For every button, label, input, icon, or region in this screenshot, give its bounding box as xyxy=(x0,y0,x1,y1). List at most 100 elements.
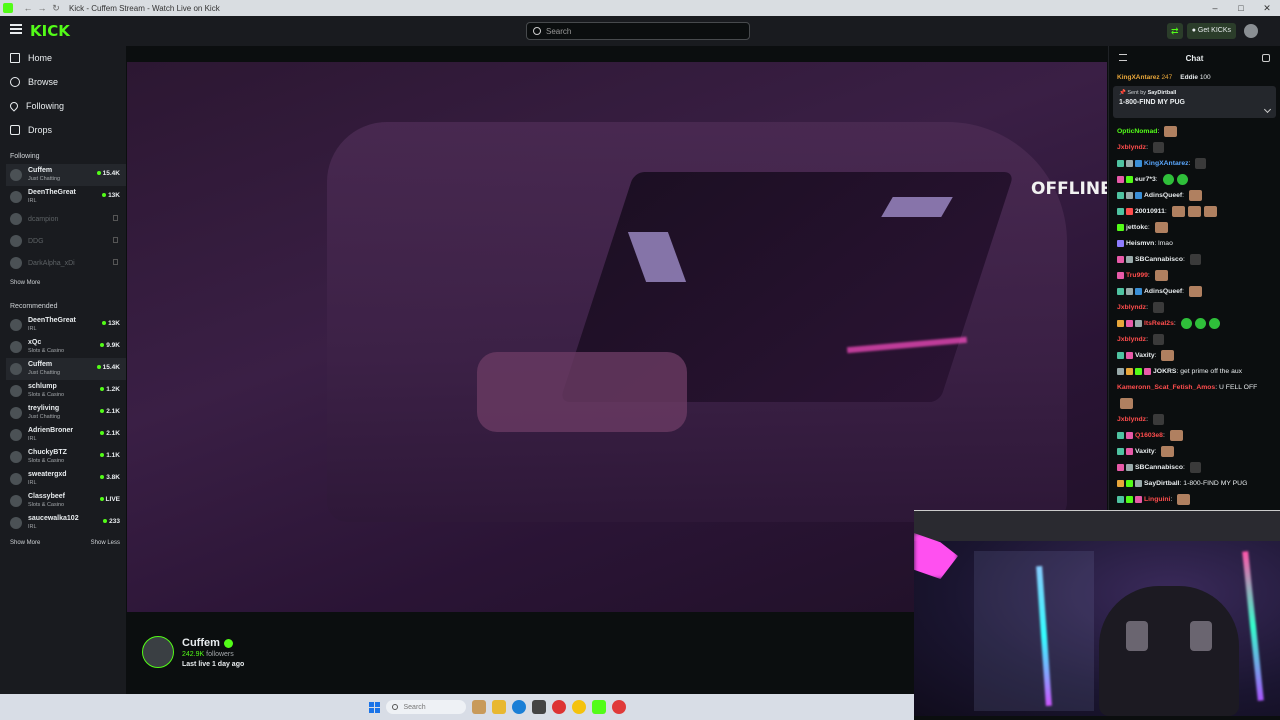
emote-icon xyxy=(1152,333,1164,345)
offline-banner-light xyxy=(881,197,953,217)
search-input[interactable]: Search xyxy=(526,22,750,40)
chat-username[interactable]: Tru999 xyxy=(1126,272,1148,279)
chat-message: Kameronn_Scat_Fetish_Amos: U FELL OFF xyxy=(1117,380,1272,396)
channel-category: Just Chatting xyxy=(28,176,61,182)
channel-avatar[interactable] xyxy=(142,636,174,668)
sidebar-channel-item[interactable]: DarkAlpha_xDi xyxy=(6,252,126,274)
chat-username[interactable]: 20010911 xyxy=(1135,208,1165,215)
channel-meta: treyliving Just Chatting xyxy=(28,404,60,422)
user-avatar[interactable] xyxy=(1244,24,1258,38)
chat-users-icon[interactable] xyxy=(1262,54,1270,62)
chat-username[interactable]: AdinsQueef xyxy=(1144,288,1182,295)
channel-name[interactable]: Cuffem xyxy=(182,637,220,649)
stream-manager-icon[interactable]: ⇄ xyxy=(1166,23,1183,39)
sidebar-channel-item[interactable]: Classybeef Slots & Casino LIVE xyxy=(6,490,126,512)
forward-arrow-icon[interactable]: → xyxy=(35,3,49,13)
chat-username[interactable]: jettokc xyxy=(1126,224,1148,231)
viewer-count-value: 13K xyxy=(108,192,120,199)
viewer-count: 2.1K xyxy=(100,408,120,415)
leader-entry[interactable]: KingXAntarez 247 xyxy=(1117,74,1172,81)
nav-drops[interactable]: Drops xyxy=(10,118,126,142)
nav-drops-label: Drops xyxy=(28,125,53,135)
chat-username[interactable]: Jxblyndz xyxy=(1117,336,1146,343)
user-badge-icon xyxy=(1126,431,1133,439)
chat-username[interactable]: SayDirtball xyxy=(1144,480,1180,487)
chevron-down-icon[interactable] xyxy=(1263,105,1272,114)
kick-app-icon[interactable] xyxy=(591,700,606,714)
pinned-message[interactable]: 📌 Sent by SayDirtball 1-800-FIND MY PUG xyxy=(1113,86,1276,118)
show-more-link[interactable]: Show More xyxy=(10,534,40,552)
maximize-icon[interactable]: □ xyxy=(1228,0,1254,16)
user-badge-icon xyxy=(1126,367,1133,375)
back-arrow-icon[interactable]: ← xyxy=(21,3,35,13)
home-icon xyxy=(10,53,20,63)
sidebar-channel-item[interactable]: DeenTheGreat IRL 13K xyxy=(6,186,126,208)
chat-separator: : xyxy=(1182,288,1186,295)
chat-username[interactable]: SBCannabisco xyxy=(1135,256,1183,263)
sidebar-channel-item[interactable]: saucewalka102 IRL 233 xyxy=(6,512,126,534)
emote-icon xyxy=(1188,189,1202,201)
chat-username[interactable]: Vaxity xyxy=(1135,448,1155,455)
windows-start-icon[interactable] xyxy=(368,701,380,713)
chat-username[interactable]: JOKRS xyxy=(1153,368,1176,375)
emote-icon xyxy=(1194,317,1206,329)
sidebar-channel-item[interactable]: treyliving Just Chatting 2.1K xyxy=(6,402,126,424)
sidebar-channel-item[interactable]: Cuffem Just Chatting 15.4K xyxy=(6,358,126,380)
kick-logo[interactable]: KICK xyxy=(30,22,70,40)
chat-panel: Chat KingXAntarez 247 Eddie 100 📌 Sent b… xyxy=(1108,46,1280,510)
chrome-browser-icon[interactable] xyxy=(571,700,586,714)
sidebar-channel-item[interactable]: Cuffem Just Chatting 15.4K xyxy=(6,164,126,186)
get-kicks-button[interactable]: ● Get KICKs xyxy=(1186,23,1236,39)
chat-username[interactable]: Linguini xyxy=(1144,496,1170,503)
chat-username[interactable]: OpticNomad xyxy=(1117,128,1157,135)
sidebar-channel-item[interactable]: ChuckyBTZ Slots & Casino 1.1K xyxy=(6,446,126,468)
widgets-icon[interactable] xyxy=(471,700,486,714)
close-icon[interactable]: ✕ xyxy=(1254,0,1280,16)
browser-titlebar: ← → ↻ Kick - Cuffem Stream - Watch Live … xyxy=(0,0,1280,16)
sidebar-channel-item[interactable]: xQc Slots & Casino 9.9K xyxy=(6,336,126,358)
file-explorer-icon[interactable] xyxy=(491,700,506,714)
sidebar-channel-item[interactable]: DeenTheGreat IRL 13K xyxy=(6,314,126,336)
following-list: Cuffem Just Chatting 15.4K DeenTheGreat IRL 1… xyxy=(6,164,126,274)
nav-home[interactable]: Home xyxy=(10,46,126,70)
channel-meta: Cuffem Just Chatting xyxy=(28,360,60,378)
sidebar-channel-item[interactable]: DDG xyxy=(6,230,126,252)
chat-username[interactable]: SBCannabisco xyxy=(1135,464,1183,471)
chat-username[interactable]: ItsReal2s xyxy=(1144,320,1174,327)
chat-username[interactable]: Heismvn xyxy=(1126,240,1154,247)
chat-username[interactable]: Jxblyndz xyxy=(1117,144,1146,151)
taskbar-search[interactable]: Search xyxy=(385,700,466,714)
app-icon[interactable] xyxy=(531,700,546,714)
chat-username[interactable]: KingXAntarez xyxy=(1144,160,1189,167)
show-more-link[interactable]: Show More xyxy=(10,274,40,292)
viewer-count-value: 3.8K xyxy=(106,474,120,481)
chat-username[interactable]: eur7*3 xyxy=(1135,176,1156,183)
show-less-link[interactable]: Show Less xyxy=(91,534,120,552)
nav-browse[interactable]: Browse xyxy=(10,70,126,94)
sidebar-channel-item[interactable]: sweatergxd IRL 3.8K xyxy=(6,468,126,490)
chat-username[interactable]: Vaxity xyxy=(1135,352,1155,359)
viewer-count: 15.4K xyxy=(96,364,120,371)
pinned-sender: SayDirtball xyxy=(1147,90,1177,96)
sidebar-channel-item[interactable]: AdrienBroner IRL 2.1K xyxy=(6,424,126,446)
chat-username[interactable]: Jxblyndz xyxy=(1117,416,1146,423)
chat-username[interactable]: Jxblyndz xyxy=(1117,304,1146,311)
edge-browser-icon[interactable] xyxy=(511,700,526,714)
chat-username[interactable]: Kameronn_Scat_Fetish_Amos xyxy=(1117,384,1215,391)
live-dot-icon xyxy=(99,497,104,502)
reload-icon[interactable]: ↻ xyxy=(49,3,63,14)
app-icon[interactable] xyxy=(551,700,566,714)
chat-username[interactable]: Q1603e8 xyxy=(1135,432,1163,439)
chat-username[interactable]: AdinsQueef xyxy=(1144,192,1182,199)
collapse-chat-icon[interactable] xyxy=(1119,54,1127,61)
leader-entry[interactable]: Eddie 100 xyxy=(1180,74,1210,81)
live-dot-icon xyxy=(100,431,105,436)
sidebar-channel-item[interactable]: schlump Slots & Casino 1.2K xyxy=(6,380,126,402)
nav-following[interactable]: Following xyxy=(8,94,126,118)
following-section-label: Following xyxy=(10,153,40,160)
search-icon xyxy=(533,27,541,35)
app-icon[interactable] xyxy=(611,700,626,714)
minimize-icon[interactable]: – xyxy=(1202,0,1228,16)
sidebar-channel-item[interactable]: dcampion xyxy=(6,208,126,230)
menu-hamburger-icon[interactable] xyxy=(10,24,22,36)
